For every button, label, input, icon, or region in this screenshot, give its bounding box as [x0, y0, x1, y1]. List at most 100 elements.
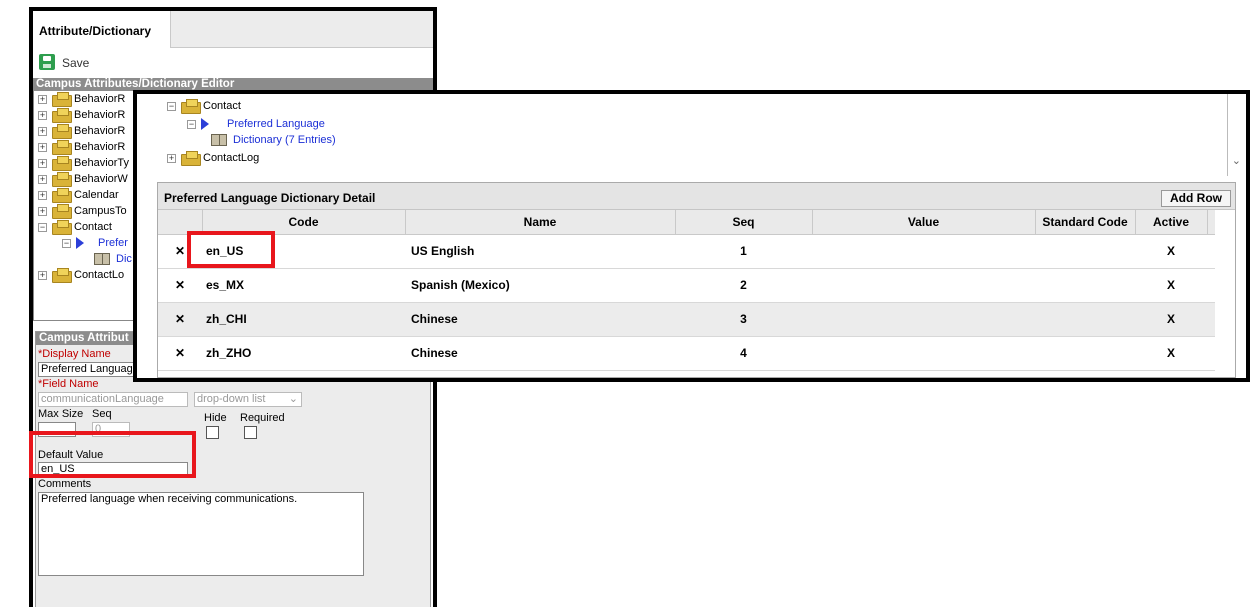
add-row-button[interactable]: Add Row	[1161, 190, 1231, 207]
tree-item-label: BehaviorR	[74, 125, 126, 137]
cell-standard-code[interactable]	[1035, 234, 1135, 269]
tab-bar: Attribute/Dictionary	[33, 11, 433, 48]
column-header-active: Active	[1135, 210, 1208, 235]
collapse-icon[interactable]: −	[38, 223, 47, 232]
cell-name[interactable]: Spanish (Mexico)	[405, 268, 675, 303]
cell-seq[interactable]: 1	[675, 234, 812, 269]
cell-code[interactable]: es_MX	[202, 268, 405, 303]
tab-attribute-dictionary[interactable]: Attribute/Dictionary	[33, 11, 171, 48]
expand-icon[interactable]: +	[38, 191, 47, 200]
toolbar: Save	[33, 48, 433, 78]
expand-icon[interactable]: +	[38, 159, 47, 168]
attribute-arrow-icon	[201, 118, 209, 130]
delete-row-icon[interactable]: ✕	[158, 336, 202, 371]
save-button[interactable]: Save	[62, 56, 89, 70]
tree-item-label: ContactLo	[74, 269, 125, 281]
column-header-seq: Seq	[675, 210, 813, 235]
tree-item-label: Preferred Language	[227, 118, 325, 130]
dictionary-table: Code Name Seq Value Standard Code Active…	[158, 210, 1215, 371]
tree-item-label: BehaviorTy	[74, 157, 130, 169]
display-name-label: *Display Name	[38, 348, 111, 360]
cell-standard-code[interactable]	[1035, 268, 1135, 303]
field-name-field: communicationLanguage	[38, 392, 188, 407]
tree-item-label: ContactLog	[203, 152, 260, 164]
cell-value[interactable]	[812, 268, 1035, 303]
folder-icon	[52, 156, 72, 171]
hide-checkbox[interactable]	[206, 426, 219, 439]
collapse-icon[interactable]: −	[187, 120, 196, 129]
tree-item-label: Calendar	[74, 189, 119, 201]
expand-icon[interactable]: +	[38, 175, 47, 184]
max-size-label: Max Size	[38, 408, 84, 420]
code-en-us-highlight	[187, 231, 275, 268]
cell-code[interactable]: zh_ZHO	[202, 336, 405, 371]
expand-icon[interactable]: +	[38, 143, 47, 152]
expand-icon[interactable]: +	[38, 95, 47, 104]
folder-icon	[52, 92, 72, 107]
delete-row-icon[interactable]: ✕	[158, 268, 202, 303]
field-name-label: *Field Name	[38, 378, 99, 390]
column-header-value: Value	[812, 210, 1036, 235]
expand-icon[interactable]: +	[38, 271, 47, 280]
expand-icon[interactable]: +	[167, 154, 176, 163]
table-row[interactable]: ✕ en_US US English 1 X	[158, 234, 1215, 269]
expand-icon[interactable]: +	[38, 111, 47, 120]
cell-active[interactable]: X	[1135, 234, 1207, 269]
cell-active[interactable]: X	[1135, 268, 1207, 303]
tree-item-label: Contact	[203, 100, 241, 112]
expand-icon[interactable]: +	[38, 207, 47, 216]
default-value-highlight	[29, 431, 196, 478]
cell-code[interactable]: zh_CHI	[202, 302, 405, 337]
required-checkbox[interactable]	[244, 426, 257, 439]
tree-item-label: Dic	[116, 253, 132, 265]
cell-active[interactable]: X	[1135, 336, 1207, 371]
table-header-row: Code Name Seq Value Standard Code Active	[158, 210, 1215, 235]
folder-icon	[52, 204, 72, 219]
cell-value[interactable]	[812, 302, 1035, 337]
cell-name[interactable]: US English	[405, 234, 675, 269]
folder-icon	[52, 172, 72, 187]
table-row[interactable]: ✕ es_MX Spanish (Mexico) 2 X	[158, 268, 1215, 303]
grid-title: Preferred Language Dictionary Detail	[164, 191, 376, 205]
cell-seq[interactable]: 3	[675, 302, 812, 337]
tree-item-label: BehaviorR	[74, 109, 126, 121]
dictionary-book-icon	[94, 253, 110, 265]
cell-seq[interactable]: 2	[675, 268, 812, 303]
cell-name[interactable]: Chinese	[405, 302, 675, 337]
folder-icon	[52, 220, 72, 235]
expand-icon[interactable]: +	[38, 127, 47, 136]
folder-icon	[52, 188, 72, 203]
cell-standard-code[interactable]	[1035, 302, 1135, 337]
hide-label: Hide	[204, 412, 227, 424]
cell-seq[interactable]: 4	[675, 336, 812, 371]
field-type-select: drop-down list ⌄	[194, 392, 302, 407]
folder-icon	[52, 124, 72, 139]
cell-active[interactable]: X	[1135, 302, 1207, 337]
attribute-tree-zoom: − Contact − Preferred Language Dictionar…	[157, 94, 1241, 176]
column-header-name: Name	[405, 210, 676, 235]
cell-name[interactable]: Chinese	[405, 336, 675, 371]
collapse-icon[interactable]: −	[167, 102, 176, 111]
scroll-down-icon[interactable]: ⌄	[1232, 154, 1241, 167]
folder-icon	[52, 140, 72, 155]
cell-value[interactable]	[812, 234, 1035, 269]
table-row[interactable]: ✕ zh_CHI Chinese 3 X	[158, 302, 1215, 337]
folder-icon	[181, 151, 201, 166]
display-name-field[interactable]: Preferred Languag	[38, 362, 138, 377]
comments-textarea[interactable]: Preferred language when receiving commun…	[38, 492, 364, 576]
save-icon[interactable]	[39, 54, 55, 70]
required-label: Required	[240, 412, 285, 424]
tree-item-label: Contact	[74, 221, 112, 233]
column-header-standard-code: Standard Code	[1035, 210, 1136, 235]
delete-row-icon[interactable]: ✕	[158, 302, 202, 337]
collapse-icon[interactable]: −	[62, 239, 71, 248]
dictionary-detail-window: − Contact − Preferred Language Dictionar…	[133, 90, 1250, 382]
cell-value[interactable]	[812, 336, 1035, 371]
grid-title-bar: Preferred Language Dictionary Detail Add…	[158, 183, 1235, 210]
table-row[interactable]: ✕ zh_ZHO Chinese 4 X	[158, 336, 1215, 371]
tree-item-label: Dictionary (7 Entries)	[233, 134, 336, 146]
cell-standard-code[interactable]	[1035, 336, 1135, 371]
folder-icon	[52, 268, 72, 283]
comments-label: Comments	[38, 478, 92, 490]
dictionary-book-icon	[211, 134, 227, 146]
